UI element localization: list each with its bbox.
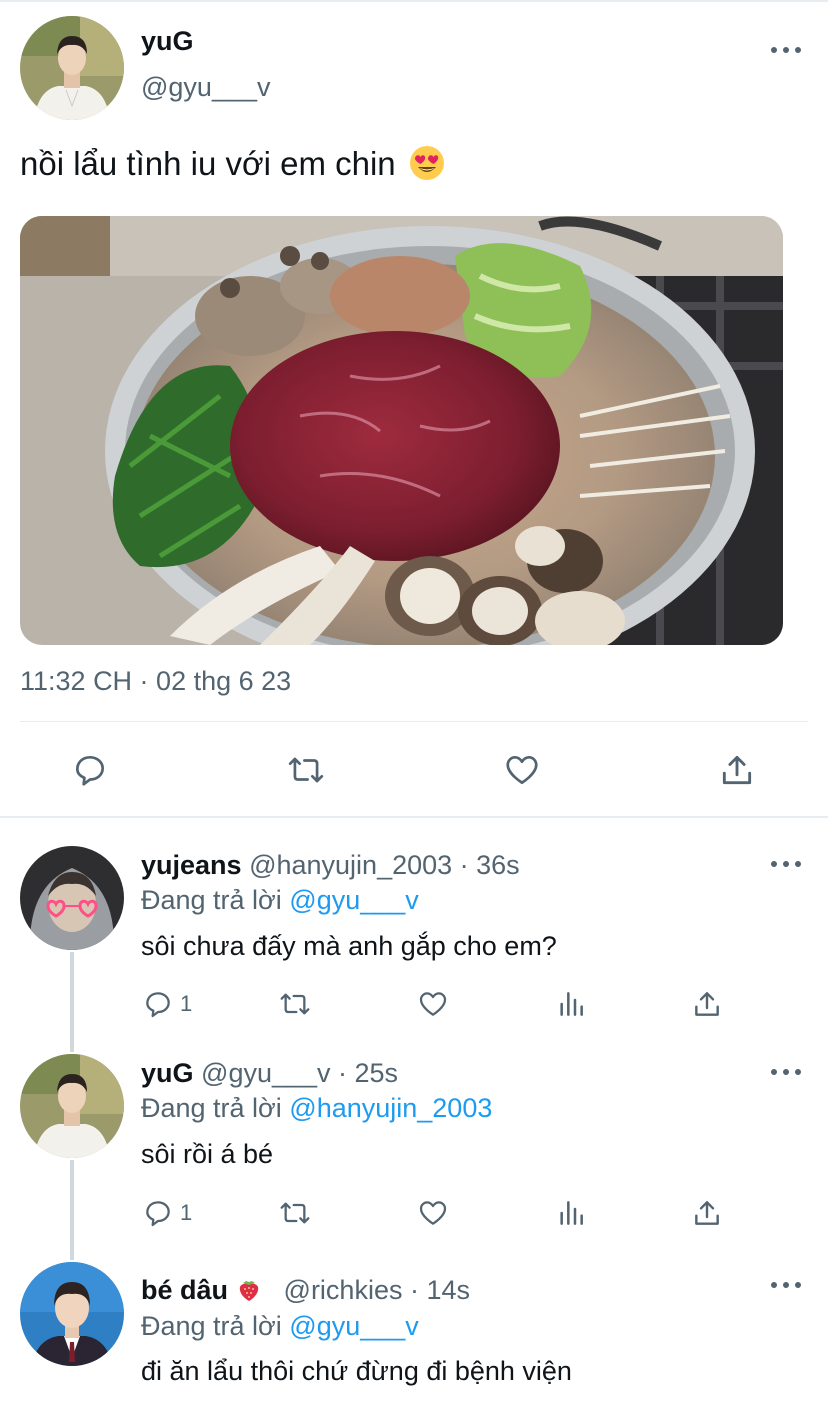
author-name[interactable]: yuG — [141, 26, 194, 57]
replying-mention[interactable]: @gyu___v — [289, 1311, 419, 1341]
analytics-icon[interactable] — [555, 1197, 587, 1229]
replying-to: Đang trả lời @gyu___v — [141, 885, 419, 916]
avatar[interactable] — [20, 1054, 124, 1158]
more-options-icon[interactable] — [771, 859, 801, 869]
replying-mention[interactable]: @hanyujin_2003 — [289, 1093, 492, 1123]
replying-prefix: Đang trả lời — [141, 885, 282, 915]
share-icon[interactable] — [691, 1197, 723, 1229]
retweet-icon[interactable] — [285, 751, 327, 789]
reply-button[interactable]: 1 — [142, 1197, 192, 1229]
divider — [20, 721, 808, 722]
author-handle[interactable]: @gyu___v — [141, 72, 271, 103]
like-icon[interactable] — [416, 1197, 450, 1229]
reply-count: 1 — [180, 991, 193, 1016]
replying-mention[interactable]: @gyu___v — [289, 885, 419, 915]
top-border — [0, 0, 828, 2]
more-options-icon[interactable] — [771, 1067, 801, 1077]
reply-author-meta[interactable]: @hanyujin_2003 · 36s — [249, 850, 520, 880]
like-icon[interactable] — [416, 988, 450, 1020]
heart-eyes-emoji-icon — [409, 145, 445, 181]
reply-text: đi ăn lẩu thôi chứ đừng đi bệnh viện — [141, 1356, 572, 1386]
share-icon[interactable] — [691, 988, 723, 1020]
reply-header: yuG @gyu___v · 25s — [141, 1058, 398, 1089]
reply-header: yujeans @hanyujin_2003 · 36s — [141, 850, 520, 881]
more-options-icon[interactable] — [771, 1280, 801, 1290]
replying-to: Đang trả lời @hanyujin_2003 — [141, 1093, 492, 1124]
reply-author-name[interactable]: bé dâu — [141, 1275, 228, 1305]
reply-button[interactable]: 1 — [142, 988, 192, 1020]
thread-line — [70, 1160, 74, 1260]
analytics-icon[interactable] — [555, 988, 587, 1020]
reply-author-meta[interactable]: @gyu___v · 25s — [201, 1058, 398, 1088]
reply-icon — [146, 992, 170, 1018]
reply-text: sôi chưa đấy mà anh gắp cho em? — [141, 931, 557, 961]
share-icon[interactable] — [718, 751, 756, 789]
strawberry-emoji-icon — [236, 1277, 262, 1303]
section-separator — [0, 816, 828, 818]
retweet-icon[interactable] — [277, 988, 313, 1020]
avatar[interactable] — [20, 1262, 124, 1366]
more-options-icon[interactable] — [771, 45, 801, 55]
tweet-text: nồi lẩu tình iu với em chin — [20, 145, 445, 183]
reply-header: bé dâu @richkies · 14s — [141, 1275, 470, 1306]
retweet-icon[interactable] — [277, 1197, 313, 1229]
reply-icon[interactable] — [71, 751, 109, 789]
reply-author-name[interactable]: yuG — [141, 1058, 194, 1088]
reply-count: 1 — [180, 1200, 193, 1225]
reply-icon — [146, 1201, 170, 1227]
reply-author-name[interactable]: yujeans — [141, 850, 242, 880]
avatar[interactable] — [20, 16, 124, 120]
replying-to: Đang trả lời @gyu___v — [141, 1311, 419, 1342]
like-icon[interactable] — [502, 751, 542, 789]
tweet-timestamp[interactable]: 11:32 CH · 02 thg 6 23 — [20, 666, 291, 697]
thread-line — [70, 952, 74, 1052]
tweet-photo[interactable] — [20, 216, 783, 645]
tweet-text-content: nồi lẩu tình iu với em chin — [20, 145, 396, 182]
reply-text: sôi rồi á bé — [141, 1139, 274, 1169]
replying-prefix: Đang trả lời — [141, 1093, 282, 1123]
reply-author-meta[interactable]: @richkies · 14s — [284, 1275, 470, 1305]
replying-prefix: Đang trả lời — [141, 1311, 282, 1341]
avatar[interactable] — [20, 846, 124, 950]
